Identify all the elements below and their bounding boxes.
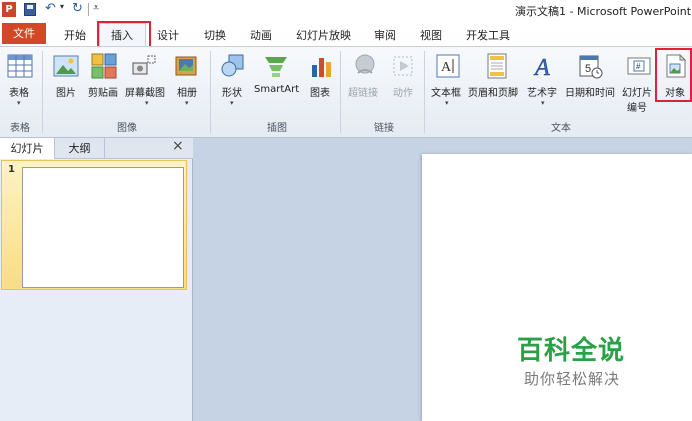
tab-transitions[interactable]: 切换 [204, 27, 226, 43]
picture-icon [53, 55, 79, 77]
clipart-icon [91, 53, 117, 79]
chart-label: 图表 [310, 88, 330, 99]
window-title: 演示文稿1 - Microsoft PowerPoint [515, 5, 692, 18]
tab-review[interactable]: 审阅 [374, 27, 396, 43]
photo-album-dropdown-icon: ▾ [185, 99, 189, 107]
group-links-label: 链接 [374, 123, 394, 134]
slide-thumbnail-selected[interactable]: 1 [1, 160, 187, 290]
photo-album-label: 相册 [177, 88, 197, 99]
group-text-label: 文本 [551, 123, 571, 134]
customize-quick-access-icon[interactable]: ⩡ [93, 1, 99, 15]
tab-view[interactable]: 视图 [420, 27, 442, 43]
screenshot-label: 屏幕截图 [125, 88, 165, 99]
powerpoint-logo[interactable]: P [2, 2, 16, 17]
redo-icon[interactable]: ↻ [72, 1, 83, 16]
shapes-icon [221, 54, 244, 77]
wordart-dropdown-icon: ▾ [541, 99, 545, 107]
slide-number-icon: # [627, 57, 651, 75]
screenshot-dropdown-icon: ▾ [145, 99, 149, 107]
ribbon-tabs: 文件 开始 插入 设计 切换 动画 幻灯片放映 审阅 视图 开发工具 [0, 20, 692, 49]
textbox-icon: A [436, 54, 460, 78]
smartart-icon [265, 57, 287, 77]
date-time-label: 日期和时间 [565, 88, 615, 99]
tab-home[interactable]: 开始 [64, 27, 86, 43]
insert-tab-highlight [97, 21, 151, 49]
tab-outline[interactable]: 大纲 [55, 138, 105, 159]
clipart-label: 剪贴画 [88, 88, 118, 99]
header-footer-label: 页眉和页脚 [468, 88, 518, 99]
panel-tabs: 幻灯片 大纲 × [0, 138, 193, 159]
table-icon [7, 54, 33, 78]
svg-text:A: A [441, 60, 452, 75]
group-tables-label: 表格 [10, 123, 30, 134]
hyperlink-label: 超链接 [348, 88, 378, 99]
tab-design[interactable]: 设计 [157, 27, 179, 43]
smartart-label: SmartArt [254, 84, 300, 95]
slide-number-glyph: # [636, 62, 641, 71]
close-icon[interactable]: × [172, 138, 184, 154]
hyperlink-icon [355, 54, 375, 74]
tab-file[interactable]: 文件 [2, 23, 46, 44]
ribbon: 表格 ▾ 表格 图片 剪贴画 屏幕截图 ▾ 相册 ▾ 图像 形状 ▾ Smart… [0, 46, 692, 138]
group-divider [340, 51, 341, 133]
tab-developer[interactable]: 开发工具 [466, 27, 510, 43]
screenshot-icon [132, 55, 156, 75]
photo-album-icon [175, 56, 197, 76]
slides-panel: 幻灯片 大纲 × 1 [0, 138, 193, 421]
slide-number-label-2: 编号 [627, 103, 647, 114]
undo-icon[interactable]: ↶ [45, 1, 56, 16]
header-footer-icon [487, 53, 507, 79]
group-divider [210, 51, 211, 133]
calendar-icon: 5 [579, 55, 603, 79]
table-label: 表格 [9, 88, 29, 99]
textbox-label: 文本框 [431, 88, 461, 99]
watermark-title: 百科全说 [517, 336, 626, 366]
slide-thumbnail[interactable] [22, 167, 184, 288]
wordart-label: 艺术字 [527, 88, 557, 99]
save-icon[interactable] [24, 3, 36, 16]
object-button-highlight [655, 48, 692, 102]
textbox-dropdown-icon: ▾ [445, 99, 449, 107]
wordart-icon: A [533, 55, 551, 79]
quick-access-divider [88, 3, 89, 16]
tab-slides[interactable]: 幻灯片 [0, 138, 55, 159]
calendar-day: 5 [585, 63, 591, 75]
action-label: 动作 [393, 88, 413, 99]
svg-text:A: A [533, 55, 550, 79]
tab-slideshow[interactable]: 幻灯片放映 [296, 27, 351, 43]
slide-number-label-1: 幻灯片 [622, 88, 652, 99]
shapes-dropdown-icon: ▾ [230, 99, 234, 107]
action-icon [393, 56, 413, 76]
group-divider [42, 51, 43, 133]
table-dropdown-icon: ▾ [17, 99, 21, 107]
group-illustrations-label: 插图 [267, 123, 287, 134]
title-bar: P ↶ ▾ ↻ ⩡ 演示文稿1 - Microsoft PowerPoint [0, 0, 692, 20]
tab-animations[interactable]: 动画 [250, 27, 272, 43]
slide-number: 1 [8, 164, 15, 175]
group-images-label: 图像 [117, 123, 137, 134]
shapes-label: 形状 [222, 88, 242, 99]
picture-label: 图片 [56, 88, 76, 99]
group-divider [424, 51, 425, 133]
watermark-subtitle: 助你轻松解决 [524, 370, 621, 388]
chart-icon [312, 58, 331, 77]
undo-dropdown-icon[interactable]: ▾ [60, 2, 64, 11]
